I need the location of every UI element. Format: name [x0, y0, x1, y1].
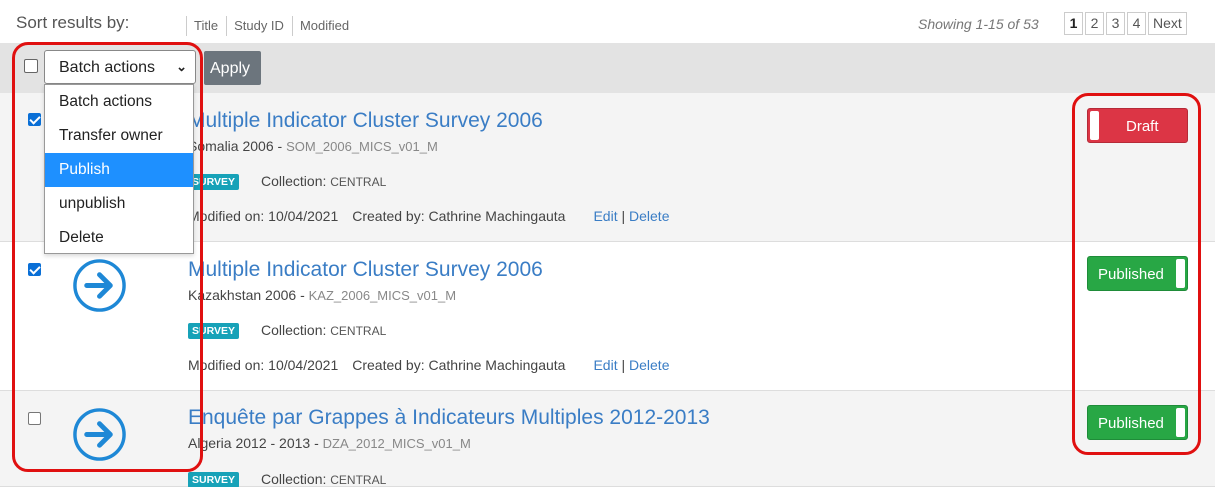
- batch-actions-select[interactable]: Batch actions ⌄: [44, 50, 196, 84]
- apply-button[interactable]: Apply: [204, 51, 261, 85]
- collection-value: CENTRAL: [330, 324, 387, 338]
- page-1-button[interactable]: 1: [1064, 12, 1083, 35]
- sort-label: Sort results by:: [16, 13, 130, 32]
- option-transfer-owner[interactable]: Transfer owner: [45, 119, 193, 153]
- chevron-down-icon: ⌄: [176, 59, 187, 74]
- row-checkbox[interactable]: [28, 113, 41, 126]
- study-title[interactable]: Multiple Indicator Cluster Survey 2006: [188, 258, 543, 282]
- sort-by-modified[interactable]: Modified: [291, 16, 357, 36]
- survey-badge: SURVEY: [188, 472, 239, 487]
- study-title[interactable]: Enquête par Grappes à Indicateurs Multip…: [188, 406, 710, 430]
- collection-info: Collection: CENTRAL: [261, 322, 386, 338]
- collection-label: Collection:: [261, 173, 331, 189]
- collection-value: CENTRAL: [330, 473, 387, 487]
- pagination: 1 2 3 4 Next: [1064, 12, 1187, 35]
- survey-badge: SURVEY: [188, 323, 239, 339]
- page-2-button[interactable]: 2: [1085, 12, 1104, 35]
- collection-label: Collection:: [261, 322, 331, 338]
- study-subtitle: Somalia 2006 - SOM_2006_MICS_v01_M: [188, 138, 438, 154]
- study-meta: Modified on: 10/04/2021 Created by: Cathr…: [188, 208, 670, 224]
- select-all-checkbox[interactable]: [24, 59, 38, 73]
- study-subtitle: Algeria 2012 - 2013 - DZA_2012_MICS_v01_…: [188, 435, 471, 451]
- study-id: SOM_2006_MICS_v01_M: [286, 139, 438, 154]
- collection-info: Collection: CENTRAL: [261, 173, 386, 189]
- collection-label: Collection:: [261, 471, 331, 487]
- option-unpublish[interactable]: unpublish: [45, 187, 193, 221]
- next-page-button[interactable]: Next: [1148, 12, 1187, 35]
- created-by: Created by: Cathrine Machingauta: [352, 208, 566, 224]
- country-year: Kazakhstan 2006 -: [188, 287, 309, 303]
- option-delete[interactable]: Delete: [45, 221, 193, 255]
- modified-date: Modified on: 10/04/2021: [188, 357, 339, 373]
- delete-link[interactable]: Delete: [629, 208, 669, 224]
- collection-value: CENTRAL: [330, 175, 387, 189]
- batch-actions-selected: Batch actions: [59, 59, 156, 76]
- study-id: DZA_2012_MICS_v01_M: [322, 436, 471, 451]
- study-subtitle: Kazakhstan 2006 - KAZ_2006_MICS_v01_M: [188, 287, 456, 303]
- country-year: Algeria 2012 - 2013 -: [188, 435, 323, 451]
- row-checkbox[interactable]: [28, 263, 41, 276]
- country-year: Somalia 2006 -: [188, 138, 287, 154]
- results-count: Showing 1-15 of 53: [918, 16, 1039, 32]
- option-publish[interactable]: Publish: [45, 153, 193, 187]
- arrow-right-circle-icon[interactable]: [71, 406, 128, 463]
- sort-by-study-id[interactable]: Study ID: [226, 16, 292, 36]
- row-checkbox[interactable]: [28, 412, 41, 425]
- study-title[interactable]: Multiple Indicator Cluster Survey 2006: [188, 109, 543, 133]
- study-row: Multiple Indicator Cluster Survey 2006 K…: [0, 242, 1215, 391]
- study-meta: Modified on: 10/04/2021 Created by: Cathr…: [188, 357, 670, 373]
- results-toolbar: Sort results by: Title Study ID Modified…: [0, 0, 1215, 46]
- status-toggle[interactable]: Published: [1087, 256, 1188, 291]
- edit-link[interactable]: Edit: [593, 208, 617, 224]
- page-3-button[interactable]: 3: [1106, 12, 1125, 35]
- study-row: Enquête par Grappes à Indicateurs Multip…: [0, 391, 1215, 487]
- collection-info: Collection: CENTRAL: [261, 471, 386, 487]
- sort-options: Title Study ID Modified: [186, 16, 357, 36]
- option-batch-actions[interactable]: Batch actions: [45, 85, 193, 119]
- arrow-right-circle-icon[interactable]: [71, 257, 128, 314]
- modified-date: Modified on: 10/04/2021: [188, 208, 339, 224]
- created-by: Created by: Cathrine Machingauta: [352, 357, 566, 373]
- sort-by-title[interactable]: Title: [186, 16, 226, 36]
- status-toggle[interactable]: Draft: [1087, 108, 1188, 143]
- edit-link[interactable]: Edit: [593, 357, 617, 373]
- batch-actions-dropdown: Batch actions Transfer owner Publish unp…: [44, 84, 194, 254]
- page-4-button[interactable]: 4: [1127, 12, 1146, 35]
- status-toggle[interactable]: Published: [1087, 405, 1188, 440]
- study-id: KAZ_2006_MICS_v01_M: [308, 288, 457, 303]
- delete-link[interactable]: Delete: [629, 357, 669, 373]
- survey-badge: SURVEY: [188, 174, 239, 190]
